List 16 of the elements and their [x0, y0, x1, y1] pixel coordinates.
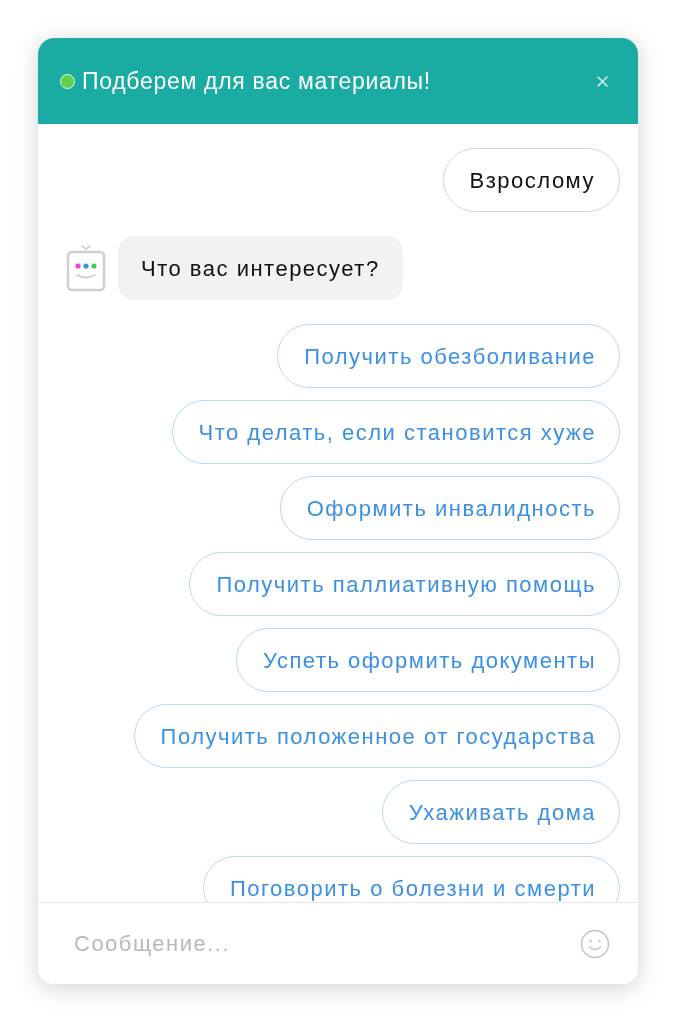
chat-title: Подберем для вас материалы!	[82, 66, 432, 96]
message-input[interactable]: Сообщение...	[74, 927, 580, 960]
quick-reply-button[interactable]: Что делать, если становится хуже	[171, 400, 620, 464]
close-icon[interactable]	[597, 75, 608, 87]
quick-reply-button[interactable]: Поговорить о болезни и смерти	[203, 856, 620, 902]
quick-reply-button[interactable]: Оформить инвалидность	[279, 476, 620, 540]
robot-avatar-icon	[66, 244, 106, 292]
quick-reply-button[interactable]: Получить паллиативную помощь	[189, 552, 620, 616]
quick-reply-button[interactable]: Получить обезболивание	[277, 324, 620, 388]
user-message: Взрослому	[442, 148, 620, 212]
bot-message: Что вас интересует?	[118, 236, 403, 300]
message-composer[interactable]: Сообщение...	[38, 902, 638, 984]
smiley-icon[interactable]	[580, 928, 610, 959]
quick-reply-button[interactable]: Ухаживать дома	[381, 780, 620, 844]
quick-reply-button[interactable]: Получить положенное от государства	[133, 704, 620, 768]
quick-reply-button[interactable]: Успеть оформить документы	[235, 628, 620, 692]
